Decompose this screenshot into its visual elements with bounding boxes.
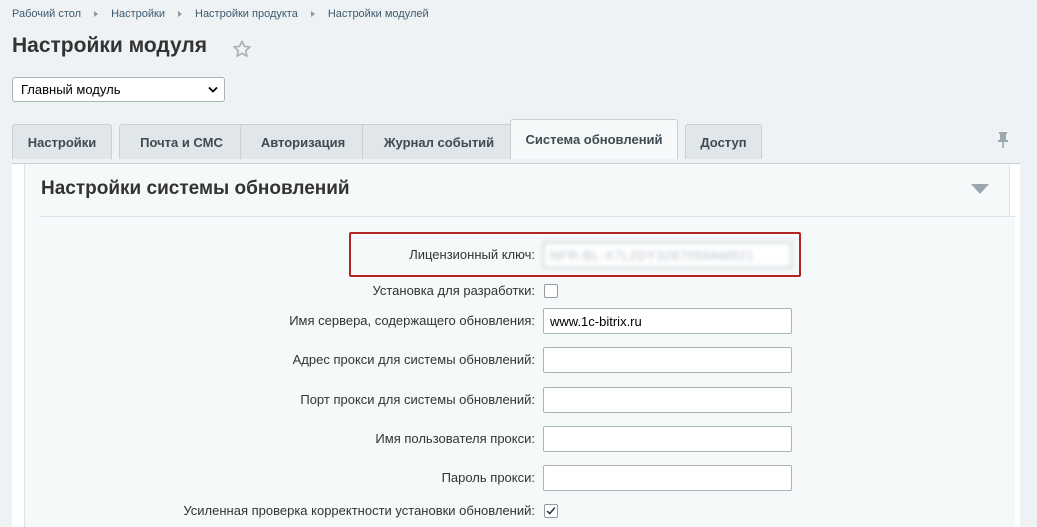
breadcrumb-item-product-settings[interactable]: Настройки продукта [195, 8, 298, 20]
checkmark-icon [546, 507, 556, 515]
tab-settings[interactable]: Настройки [12, 124, 112, 159]
collapse-arrow-icon[interactable] [971, 184, 989, 194]
tab-label: Журнал событий [383, 134, 495, 150]
proxy-password-input[interactable] [543, 465, 792, 491]
license-key-label: Лицензионный ключ: [409, 247, 535, 262]
field-row-strict-check: Усиленная проверка корректности установк… [39, 498, 1015, 524]
field-row-dev-install: Установка для разработки: [39, 278, 1015, 304]
field-row-proxy-port: Порт прокси для системы обновлений: [39, 387, 1015, 413]
strict-check-label: Усиленная проверка корректности установк… [183, 503, 535, 518]
tab-update-system[interactable]: Система обновлений [510, 119, 678, 159]
field-row-update-server: Имя сервера, содержащего обновления: www… [39, 308, 1015, 334]
proxy-port-label: Порт прокси для системы обновлений: [300, 392, 535, 407]
update-server-value: www.1c-bitrix.ru [550, 313, 642, 329]
field-row-proxy-user: Имя пользователя прокси: [39, 426, 1015, 452]
tab-mail-sms[interactable]: Почта и СМС [119, 124, 244, 159]
tab-label: Система обновлений [525, 132, 663, 147]
section-title: Настройки системы обновлений [41, 178, 350, 199]
breadcrumb-arrow-icon [178, 11, 182, 17]
field-row-license-key: Лицензионный ключ: NFR-BL-X7L2DY3287059A… [39, 242, 1015, 268]
proxy-user-input[interactable] [543, 426, 792, 452]
field-row-proxy-password: Пароль прокси: [39, 465, 1015, 491]
tab-bar: Настройки Почта и СМС Авторизация Журнал… [12, 119, 1022, 159]
proxy-password-label: Пароль прокси: [441, 470, 535, 485]
tab-label: Почта и СМС [140, 134, 223, 150]
breadcrumb-arrow-icon [310, 11, 315, 17]
tab-label: Доступ [700, 134, 747, 150]
field-row-proxy-address: Адрес прокси для системы обновлений: [39, 347, 1015, 373]
breadcrumb-item-desktop[interactable]: Рабочий стол [12, 8, 81, 20]
strict-check-checkbox[interactable] [544, 504, 558, 518]
breadcrumb-arrow-icon [94, 11, 99, 17]
update-server-label: Имя сервера, содержащего обновления: [289, 313, 535, 328]
settings-form: Лицензионный ключ: NFR-BL-X7L2DY3287059A… [39, 216, 1015, 527]
dev-install-checkbox[interactable] [544, 284, 558, 298]
breadcrumb-item-settings[interactable]: Настройки [111, 8, 165, 20]
breadcrumb: Рабочий стол Настройки Настройки продукт… [12, 6, 429, 22]
license-key-input[interactable]: NFR-BL-X7L2DY3287059AM921 [543, 242, 792, 268]
proxy-port-input[interactable] [543, 387, 792, 413]
page-title: Настройки модуля [12, 34, 208, 57]
module-select[interactable]: Главный модуль [12, 77, 225, 102]
settings-section: Настройки системы обновлений Лицензионны… [24, 164, 1015, 527]
star-icon[interactable] [231, 38, 253, 60]
breadcrumb-item-module-settings[interactable]: Настройки модулей [328, 8, 429, 20]
tab-access[interactable]: Доступ [685, 124, 762, 159]
tab-label: Настройки [27, 134, 97, 150]
chevron-down-icon [208, 86, 218, 93]
pin-icon[interactable] [996, 131, 1010, 149]
tab-label: Авторизация [260, 134, 346, 150]
tab-authorization[interactable]: Авторизация [240, 124, 366, 159]
proxy-address-input[interactable] [543, 347, 792, 373]
update-server-input[interactable]: www.1c-bitrix.ru [543, 308, 792, 334]
tab-panel: Настройки системы обновлений Лицензионны… [12, 163, 1020, 527]
tab-event-log[interactable]: Журнал событий [362, 124, 516, 159]
dev-install-label: Установка для разработки: [372, 283, 535, 298]
module-select-value: Главный модуль [21, 82, 121, 97]
license-key-value: NFR-BL-X7L2DY3287059AM921 [550, 247, 754, 263]
proxy-address-label: Адрес прокси для системы обновлений: [292, 352, 535, 367]
proxy-user-label: Имя пользователя прокси: [375, 431, 535, 446]
